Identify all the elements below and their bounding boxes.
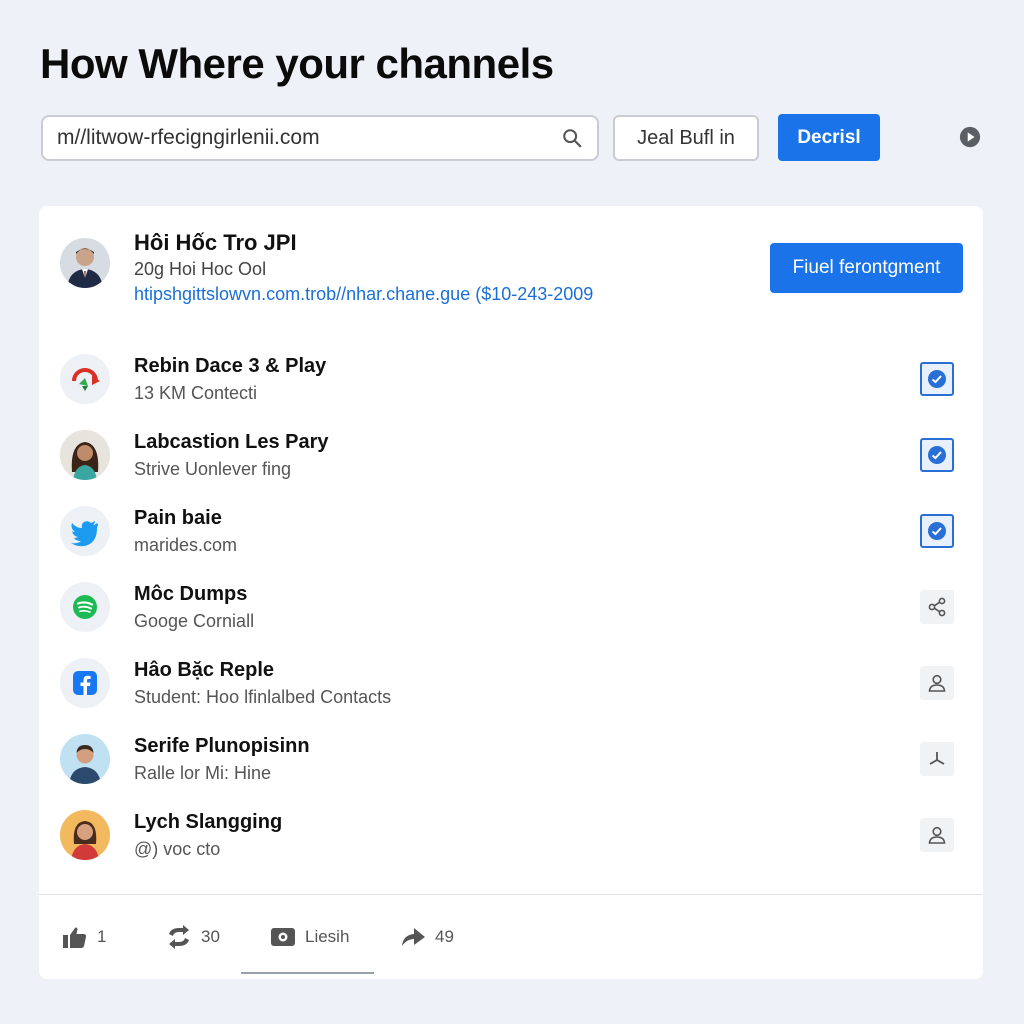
item-title: Labcastion Les Pary <box>134 431 329 453</box>
share-icon <box>928 597 946 617</box>
avatar-man-icon <box>60 238 110 288</box>
twitter-icon <box>60 506 110 556</box>
check-button[interactable] <box>920 438 954 472</box>
list-item[interactable]: Labcastion Les Pary Strive Uonlever fing <box>39 422 983 498</box>
check-button[interactable] <box>920 514 954 548</box>
item-title: Serife Plunopisinn <box>134 735 310 757</box>
secondary-button[interactable]: Jeal Bufl in <box>613 115 759 161</box>
list-item[interactable]: Môc Dumps Googe Corniall <box>39 574 983 650</box>
profile-header: Hôi Hốc Tro JPI 20g Hoi Hoc Ool htipshgi… <box>39 206 983 326</box>
share-stat[interactable]: 49 <box>399 924 454 950</box>
play-icon[interactable] <box>959 126 981 148</box>
item-title: Pain baie <box>134 507 222 529</box>
check-icon <box>928 522 946 540</box>
media-icon <box>271 928 295 946</box>
profile-name: Hôi Hốc Tro JPI <box>134 230 297 255</box>
tab-listen[interactable]: Liesih <box>269 924 349 950</box>
tab-underline <box>241 972 374 974</box>
item-subtitle: Student: Hoo lfinlalbed Contacts <box>134 687 392 707</box>
avatar-man-icon <box>60 734 110 784</box>
list-item[interactable]: Pain baie marides.com <box>39 498 983 574</box>
profile-subtitle: 20g Hoi Hoc Ool <box>134 259 267 279</box>
item-subtitle: Ralle lor Mi: Hine <box>134 763 272 783</box>
forward-icon <box>402 928 425 946</box>
channel-list: Rebin Dace 3 & Play 13 KM Contecti Labca… <box>39 346 983 878</box>
list-item[interactable]: Rebin Dace 3 & Play 13 KM Contecti <box>39 346 983 422</box>
primary-button[interactable]: Decrisl <box>778 114 880 161</box>
share-button[interactable] <box>920 590 954 624</box>
item-subtitle: Strive Uonlever fing <box>134 459 292 479</box>
repost-icon <box>169 925 189 949</box>
item-title: Hâo Bặc Reple <box>134 659 275 681</box>
item-subtitle: 13 KM Contecti <box>134 383 258 403</box>
item-subtitle: Googe Corniall <box>134 611 255 631</box>
item-subtitle: marides.com <box>134 535 238 555</box>
google-play-icon <box>60 354 110 404</box>
profile-avatar[interactable] <box>60 238 110 288</box>
contact-button[interactable] <box>920 666 954 700</box>
facebook-icon <box>60 658 110 708</box>
list-item[interactable]: Lych Slangging @) voc cto <box>39 802 983 878</box>
search-icon[interactable] <box>561 127 583 149</box>
follow-button[interactable]: Fiuel ferontgment <box>770 243 963 293</box>
spotify-icon <box>60 582 110 632</box>
person-icon <box>928 826 946 844</box>
pin-button[interactable] <box>920 742 954 776</box>
check-icon <box>928 446 946 464</box>
search-input-value[interactable]: m//litwow-rfecigngirlenii.com <box>57 126 561 150</box>
like-icon <box>63 927 87 948</box>
tab-label: Liesih <box>305 927 350 946</box>
pin-icon <box>929 752 945 765</box>
like-stat[interactable]: 1 <box>61 924 106 950</box>
search-input[interactable]: m//litwow-rfecigngirlenii.com <box>41 115 599 161</box>
avatar-woman-icon <box>60 430 110 480</box>
item-title: Môc Dumps <box>134 583 248 605</box>
item-subtitle: @) voc cto <box>134 839 221 859</box>
page-title: How Where your channels <box>40 40 554 87</box>
check-button[interactable] <box>920 362 954 396</box>
check-icon <box>928 370 946 388</box>
divider <box>39 894 983 895</box>
contact-button[interactable] <box>920 818 954 852</box>
footer-actions: 1 30 Liesih 49 <box>39 896 983 979</box>
repost-count: 30 <box>201 927 220 946</box>
item-title: Rebin Dace 3 & Play <box>134 355 327 377</box>
share-count: 49 <box>435 927 454 946</box>
like-count: 1 <box>97 927 107 946</box>
profile-link[interactable]: htipshgittslowvn.com.trob//nhar.chane.gu… <box>134 284 593 305</box>
list-item[interactable]: Serife Plunopisinn Ralle lor Mi: Hine <box>39 726 983 802</box>
channels-card: Hôi Hốc Tro JPI 20g Hoi Hoc Ool htipshgi… <box>39 206 983 979</box>
person-icon <box>928 674 946 692</box>
avatar-woman-icon <box>60 810 110 860</box>
list-item[interactable]: Hâo Bặc Reple Student: Hoo lfinlalbed Co… <box>39 650 983 726</box>
item-title: Lych Slangging <box>134 811 283 833</box>
repost-stat[interactable]: 30 <box>165 924 220 950</box>
